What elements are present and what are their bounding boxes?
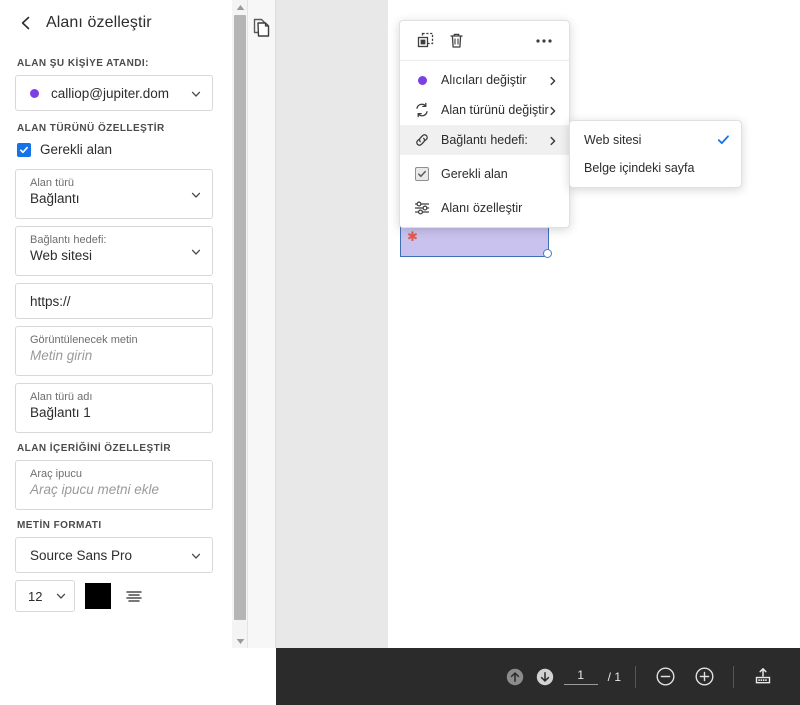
assignee-color-dot-icon: [30, 88, 39, 98]
assignee-select[interactable]: calliop@jupiter.dom: [15, 75, 213, 111]
required-marker: ✱: [407, 229, 418, 244]
page-title: Alanı özelleştir: [46, 14, 152, 31]
assigned-section-label: ALAN ŞU KİŞİYE ATANDI:: [17, 58, 149, 69]
viewer-bottom-toolbar: 1 / 1: [276, 648, 800, 705]
trash-icon[interactable]: [445, 30, 467, 52]
field-name-value: Bağlantı 1: [30, 405, 91, 420]
pages-thumbnail-icon[interactable]: [253, 18, 271, 38]
chevron-down-icon: [55, 590, 67, 602]
scroll-down-arrow-icon[interactable]: [232, 634, 248, 648]
fit-page-icon[interactable]: [748, 662, 778, 692]
context-menu-toolbar: [400, 21, 569, 61]
link-target-submenu: Web sitesi Belge içindeki sayfa: [569, 120, 742, 188]
field-name-input[interactable]: Alan türü adı Bağlantı 1: [15, 383, 213, 433]
display-text-input[interactable]: Görüntülenecek metin Metin girin: [15, 326, 213, 376]
link-icon: [413, 131, 431, 149]
chevron-down-icon: [190, 87, 202, 99]
sliders-icon: [413, 199, 431, 217]
field-type-value: Bağlantı: [30, 191, 80, 206]
field-type-label: Alan türü: [30, 177, 75, 189]
thumbnail-rail: [248, 0, 276, 648]
submenu-item-website[interactable]: Web sitesi: [570, 126, 741, 154]
menu-item-change-field-type[interactable]: Alan türünü değiştir: [400, 95, 569, 125]
page-total-label: / 1: [607, 669, 621, 684]
field-name-label: Alan türü adı: [30, 391, 93, 403]
duplicate-icon[interactable]: [414, 30, 436, 52]
field-type-select[interactable]: Alan türü Bağlantı: [15, 169, 213, 219]
required-field-checkbox[interactable]: Gerekli alan: [17, 142, 213, 157]
plus-circle-icon[interactable]: [689, 662, 719, 692]
display-text-placeholder: Metin girin: [30, 348, 93, 363]
menu-item-label: Gerekli alan: [441, 167, 508, 181]
minus-circle-icon[interactable]: [650, 662, 680, 692]
checkbox-checked-icon: [17, 142, 31, 157]
url-input[interactable]: https://: [15, 283, 213, 319]
font-color-swatch[interactable]: [85, 583, 111, 609]
field-type-section-label: ALAN TÜRÜNÜ ÖZELLEŞTİR: [17, 123, 165, 134]
submenu-item-page-in-document[interactable]: Belge içindeki sayfa: [570, 154, 741, 182]
link-target-select[interactable]: Bağlantı hedefi: Web sitesi: [15, 226, 213, 276]
refresh-swap-icon: [413, 101, 431, 119]
menu-item-label: Bağlantı hedefi:: [441, 133, 528, 147]
menu-item-link-target[interactable]: Bağlantı hedefi:: [400, 125, 569, 155]
purple-dot-icon: [413, 71, 431, 89]
chevron-down-icon: [190, 549, 202, 561]
app-root: Alanı özelleştir ALAN ŞU KİŞİYE ATANDI: …: [0, 0, 800, 705]
menu-item-label: Alıcıları değiştir: [441, 73, 527, 87]
scroll-up-arrow-icon[interactable]: [232, 0, 248, 14]
chevron-down-icon: [190, 245, 202, 257]
sidebar-scrollbar[interactable]: [232, 0, 248, 648]
menu-item-label: Alanı özelleştir: [441, 201, 523, 215]
required-field-label: Gerekli alan: [40, 142, 113, 157]
font-size-value: 12: [28, 588, 43, 604]
font-controls-row: 12: [15, 580, 213, 612]
field-resize-handle[interactable]: [543, 249, 552, 258]
link-target-label: Bağlantı hedefi:: [30, 234, 107, 246]
toolbar-divider: [733, 665, 734, 688]
link-target-value: Web sitesi: [30, 248, 93, 263]
assignee-value: calliop@jupiter.dom: [51, 85, 170, 101]
menu-item-customize-field[interactable]: Alanı özelleştir: [400, 193, 569, 223]
content-section-label: ALAN İÇERİĞİNİ ÖZELLEŞTİR: [17, 443, 172, 454]
menu-item-change-recipients[interactable]: Alıcıları değiştir: [400, 65, 569, 95]
arrow-down-circle-icon[interactable]: [530, 662, 560, 692]
chevron-right-icon: [548, 75, 558, 86]
scrollbar-thumb[interactable]: [234, 15, 246, 620]
font-family-value: Source Sans Pro: [30, 547, 133, 563]
properties-sidebar: Alanı özelleştir ALAN ŞU KİŞİYE ATANDI: …: [0, 0, 228, 705]
url-input-value: https://: [30, 293, 71, 309]
checkmark-icon: [717, 134, 730, 147]
tooltip-placeholder: Araç ipucu metni ekle: [30, 482, 160, 497]
sidebar-header: Alanı özelleştir: [15, 0, 213, 46]
chevron-right-icon: [548, 135, 558, 146]
menu-item-label: Alan türünü değiştir: [441, 103, 549, 117]
display-text-label: Görüntülenecek metin: [30, 334, 138, 346]
font-size-select[interactable]: 12: [15, 580, 75, 612]
arrow-up-circle-icon[interactable]: [500, 662, 530, 692]
submenu-item-label: Belge içindeki sayfa: [584, 161, 695, 175]
chevron-left-icon[interactable]: [18, 15, 34, 31]
more-options-icon[interactable]: [533, 30, 555, 52]
font-family-select[interactable]: Source Sans Pro: [15, 537, 213, 573]
text-align-icon[interactable]: [121, 583, 147, 609]
tooltip-input[interactable]: Araç ipucu Araç ipucu metni ekle: [15, 460, 213, 510]
field-context-menu: Alıcıları değiştir Alan türünü değiştir: [399, 20, 570, 228]
toolbar-divider: [635, 665, 636, 688]
chevron-down-icon: [190, 188, 202, 200]
pdf-form-field[interactable]: ✱: [400, 226, 549, 257]
checkbox-checked-icon: [413, 165, 431, 183]
text-format-section-label: METİN FORMATI: [17, 520, 102, 531]
chevron-right-icon: [548, 105, 558, 116]
tooltip-label: Araç ipucu: [30, 468, 82, 480]
menu-item-required-field[interactable]: Gerekli alan: [400, 159, 569, 189]
page-number-input[interactable]: 1: [563, 668, 598, 685]
submenu-item-label: Web sitesi: [584, 133, 642, 147]
